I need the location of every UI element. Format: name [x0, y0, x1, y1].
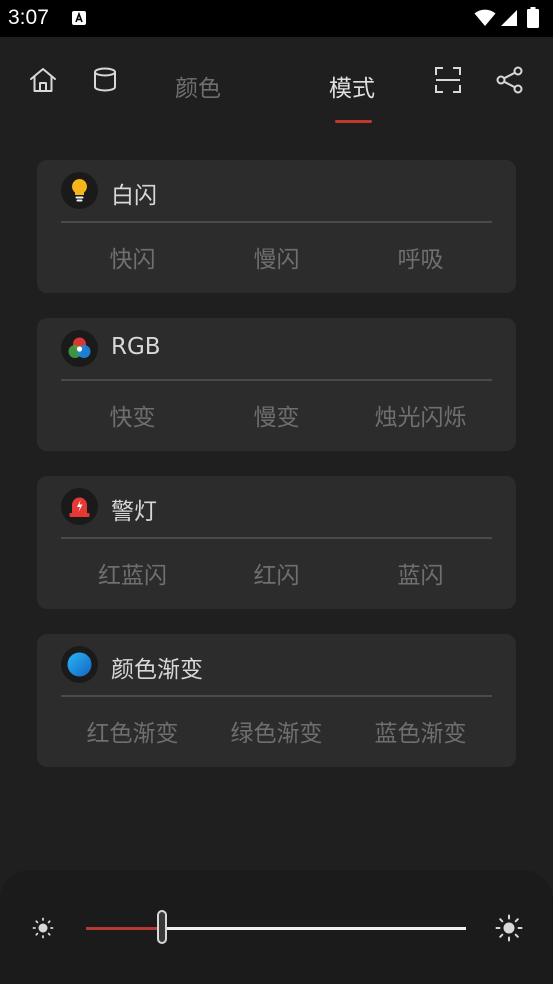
card-rgb: RGB 快变 慢变 烛光闪烁 — [37, 318, 516, 451]
card-color-gradient: 颜色渐变 红色渐变 绿色渐变 蓝色渐变 — [37, 634, 516, 767]
brightness-slider[interactable] — [86, 927, 466, 930]
card-police-light: 警灯 红蓝闪 红闪 蓝闪 — [37, 476, 516, 609]
rgb-circles-icon — [61, 330, 98, 367]
option-red-flash[interactable]: 红闪 — [205, 556, 348, 596]
status-bar: 3:07 — [0, 0, 553, 37]
cylinder-icon[interactable] — [90, 65, 120, 95]
brightness-slider-fill — [86, 927, 162, 930]
active-tab-indicator — [335, 120, 372, 123]
brightness-high-icon — [495, 914, 523, 942]
card-options: 快变 慢变 烛光闪烁 — [61, 398, 492, 438]
battery-icon — [527, 7, 539, 28]
option-slow-flash[interactable]: 慢闪 — [205, 240, 348, 280]
gradient-circle-icon — [61, 646, 98, 683]
option-blue-gradient[interactable]: 蓝色渐变 — [349, 714, 492, 754]
card-divider — [61, 695, 492, 697]
card-divider — [61, 379, 492, 381]
wifi-icon — [474, 9, 496, 26]
option-slow-change[interactable]: 慢变 — [205, 398, 348, 438]
option-candle-flicker[interactable]: 烛光闪烁 — [349, 398, 492, 438]
card-white-flash: 白闪 快闪 慢闪 呼吸 — [37, 160, 516, 293]
card-header: 白闪 — [61, 172, 491, 212]
brightness-slider-thumb[interactable] — [157, 910, 167, 944]
alarm-light-icon — [61, 488, 98, 525]
a-notification-icon — [72, 11, 86, 25]
card-options: 快闪 慢闪 呼吸 — [61, 240, 492, 280]
brightness-low-icon — [32, 917, 54, 939]
card-title: 警灯 — [111, 499, 157, 525]
card-title: RGB — [111, 334, 161, 360]
tab-mode[interactable]: 模式 — [329, 69, 375, 103]
option-green-gradient[interactable]: 绿色渐变 — [205, 714, 348, 754]
card-title: 颜色渐变 — [111, 657, 203, 683]
card-options: 红色渐变 绿色渐变 蓝色渐变 — [61, 714, 492, 754]
card-divider — [61, 221, 492, 223]
lightbulb-icon — [61, 172, 98, 209]
home-icon[interactable] — [28, 65, 58, 95]
brightness-panel — [0, 870, 553, 984]
option-fast-change[interactable]: 快变 — [61, 398, 204, 438]
scan-icon[interactable] — [433, 65, 463, 95]
card-options: 红蓝闪 红闪 蓝闪 — [61, 556, 492, 596]
card-header: RGB — [61, 330, 491, 370]
card-divider — [61, 537, 492, 539]
option-red-blue-flash[interactable]: 红蓝闪 — [61, 556, 204, 596]
card-header: 警灯 — [61, 488, 491, 528]
option-breathing[interactable]: 呼吸 — [349, 240, 492, 280]
card-header: 颜色渐变 — [61, 646, 491, 686]
card-title: 白闪 — [111, 183, 157, 209]
option-red-gradient[interactable]: 红色渐变 — [61, 714, 204, 754]
top-nav: 颜色 模式 — [0, 37, 553, 127]
option-blue-flash[interactable]: 蓝闪 — [349, 556, 492, 596]
share-icon[interactable] — [495, 65, 525, 95]
signal-icon — [501, 10, 517, 26]
option-fast-flash[interactable]: 快闪 — [61, 240, 204, 280]
tab-color[interactable]: 颜色 — [175, 69, 221, 103]
status-time: 3:07 — [8, 6, 49, 29]
